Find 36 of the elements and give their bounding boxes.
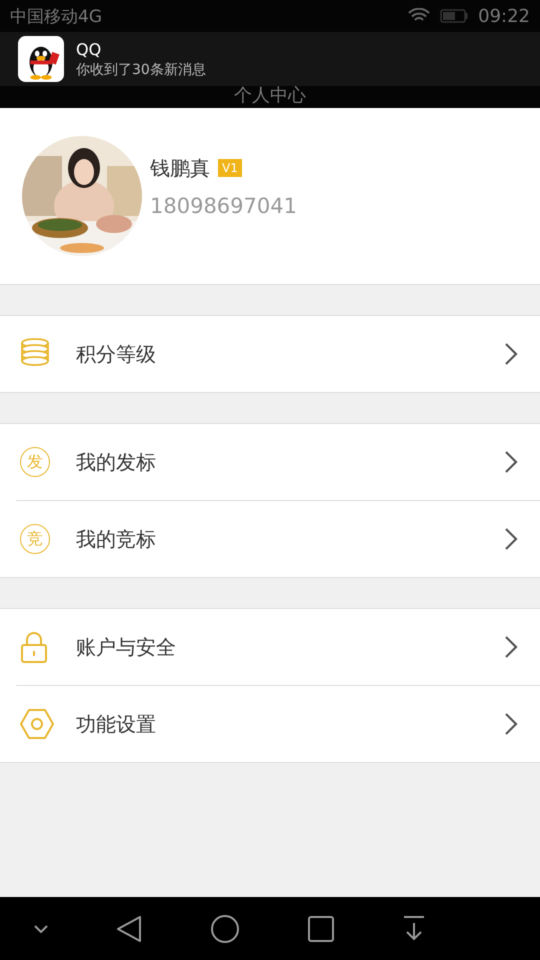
phone-number: 18098697041 — [150, 194, 297, 218]
menu-item[interactable]: 积分等级 — [0, 316, 540, 392]
circled-character-icon: 竞 — [20, 524, 50, 554]
menu-label: 我的发标 — [76, 448, 157, 476]
circled-character-icon: 发 — [20, 447, 50, 477]
menu-item[interactable]: 账户与安全 — [0, 609, 540, 685]
user-name: 钱鹏真 — [150, 154, 210, 182]
battery-icon — [440, 9, 468, 23]
chevron-right-icon — [504, 342, 518, 366]
home-icon[interactable] — [210, 914, 240, 944]
chevron-right-icon — [504, 635, 518, 659]
page-title: 个人中心 — [234, 84, 306, 107]
menu-label: 积分等级 — [76, 340, 157, 368]
menu-item[interactable]: 功能设置 — [0, 686, 540, 762]
menu-label: 功能设置 — [76, 710, 157, 738]
chevron-down-icon[interactable] — [34, 924, 48, 932]
notification-app-name: QQ — [76, 40, 102, 58]
menu-item[interactable]: 竞 我的竞标 — [0, 501, 540, 577]
time-text: 09:22 — [478, 6, 530, 26]
notification-message: 你收到了30条新消息 — [76, 60, 206, 78]
gear-icon — [20, 708, 54, 740]
menu-item[interactable]: 发 我的发标 — [0, 424, 540, 500]
chevron-right-icon — [504, 450, 518, 474]
chevron-right-icon — [504, 712, 518, 736]
notification-banner[interactable]: QQ 你收到了30条新消息 — [0, 32, 540, 86]
download-icon[interactable] — [402, 914, 426, 942]
penguin-icon — [18, 36, 64, 82]
back-icon[interactable] — [116, 914, 142, 942]
lock-icon — [20, 631, 48, 663]
profile-card[interactable]: 钱鹏真 V1 18098697041 — [0, 108, 540, 285]
level-badge: V1 — [218, 159, 242, 177]
menu-label: 账户与安全 — [76, 634, 177, 660]
menu-label: 我的竞标 — [76, 526, 157, 552]
recents-icon[interactable] — [308, 916, 334, 942]
chevron-right-icon — [504, 527, 518, 551]
carrier-text: 中国移动4G — [10, 6, 102, 28]
